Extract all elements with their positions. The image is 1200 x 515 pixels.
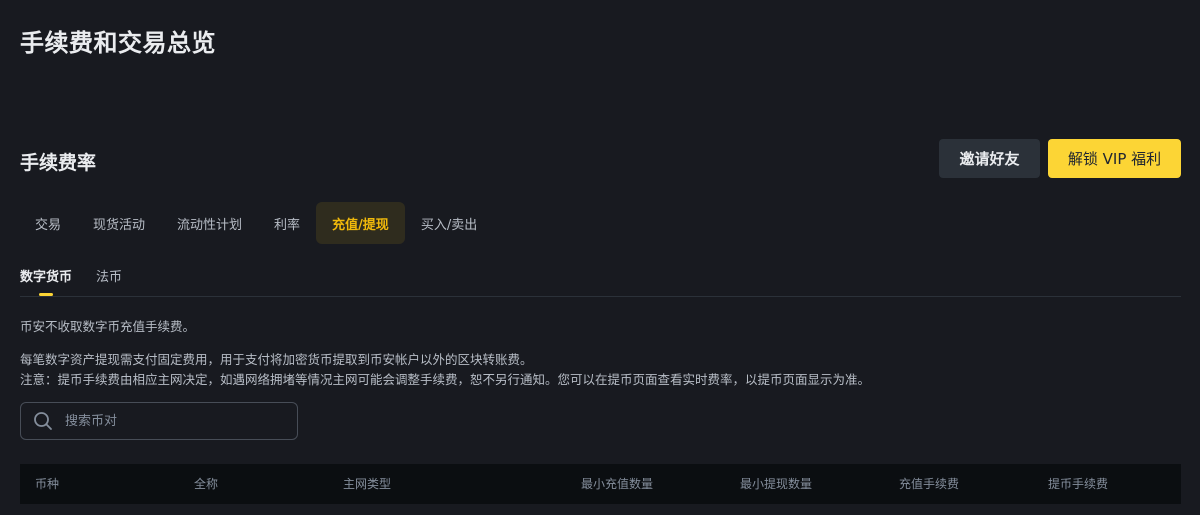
column-header-min-deposit: 最小充值数量: [581, 477, 654, 491]
invite-friends-button[interactable]: 邀请好友: [939, 139, 1040, 178]
currency-type-tabs: 数字货币 法币: [20, 262, 122, 296]
search-input[interactable]: [63, 412, 287, 430]
unlock-vip-button[interactable]: 解锁 VIP 福利: [1048, 139, 1181, 178]
header-actions: 邀请好友 解锁 VIP 福利: [939, 139, 1181, 178]
fee-category-tabs: 交易 现货活动 流动性计划 利率 充值/提现 买入/卖出: [19, 202, 493, 244]
page-title: 手续费和交易总览: [20, 29, 216, 57]
fee-table-header: 币种 全称 主网类型 最小充值数量 最小提现数量 充值手续费 提币手续费: [20, 464, 1181, 504]
withdraw-fee-notice: 注意：提币手续费由相应主网决定，如遇网络拥堵等情况主网可能会调整手续费，恕不另行…: [20, 372, 871, 387]
subtab-divider: [20, 296, 1181, 297]
section-title: 手续费率: [20, 152, 97, 174]
tab-interest-rate[interactable]: 利率: [258, 202, 316, 244]
tab-spot-activities[interactable]: 现货活动: [77, 202, 161, 244]
deposit-fee-note: 币安不收取数字币充值手续费。: [20, 319, 196, 334]
withdraw-fee-note: 每笔数字资产提现需支付固定费用，用于支付将加密货币提取到币安帐户以外的区块转账费…: [20, 352, 533, 367]
column-header-min-withdraw: 最小提现数量: [740, 477, 813, 491]
search-box: [20, 402, 298, 440]
tab-liquidity-program[interactable]: 流动性计划: [161, 202, 258, 244]
column-header-withdraw-fee: 提币手续费: [1048, 477, 1109, 491]
column-header-full-name: 全称: [194, 477, 219, 491]
fee-overview-page: 手续费和交易总览 手续费率 邀请好友 解锁 VIP 福利 交易 现货活动 流动性…: [0, 0, 1200, 515]
tab-trading[interactable]: 交易: [19, 202, 77, 244]
search-icon: [33, 411, 53, 431]
column-header-network: 主网类型: [343, 477, 392, 491]
column-header-deposit-fee: 充值手续费: [899, 477, 960, 491]
subtab-fiat[interactable]: 法币: [96, 262, 122, 296]
tab-buy-sell[interactable]: 买入/卖出: [405, 202, 493, 244]
tab-deposit-withdraw[interactable]: 充值/提现: [316, 202, 405, 244]
column-header-coin: 币种: [35, 477, 60, 491]
subtab-crypto[interactable]: 数字货币: [20, 262, 72, 296]
